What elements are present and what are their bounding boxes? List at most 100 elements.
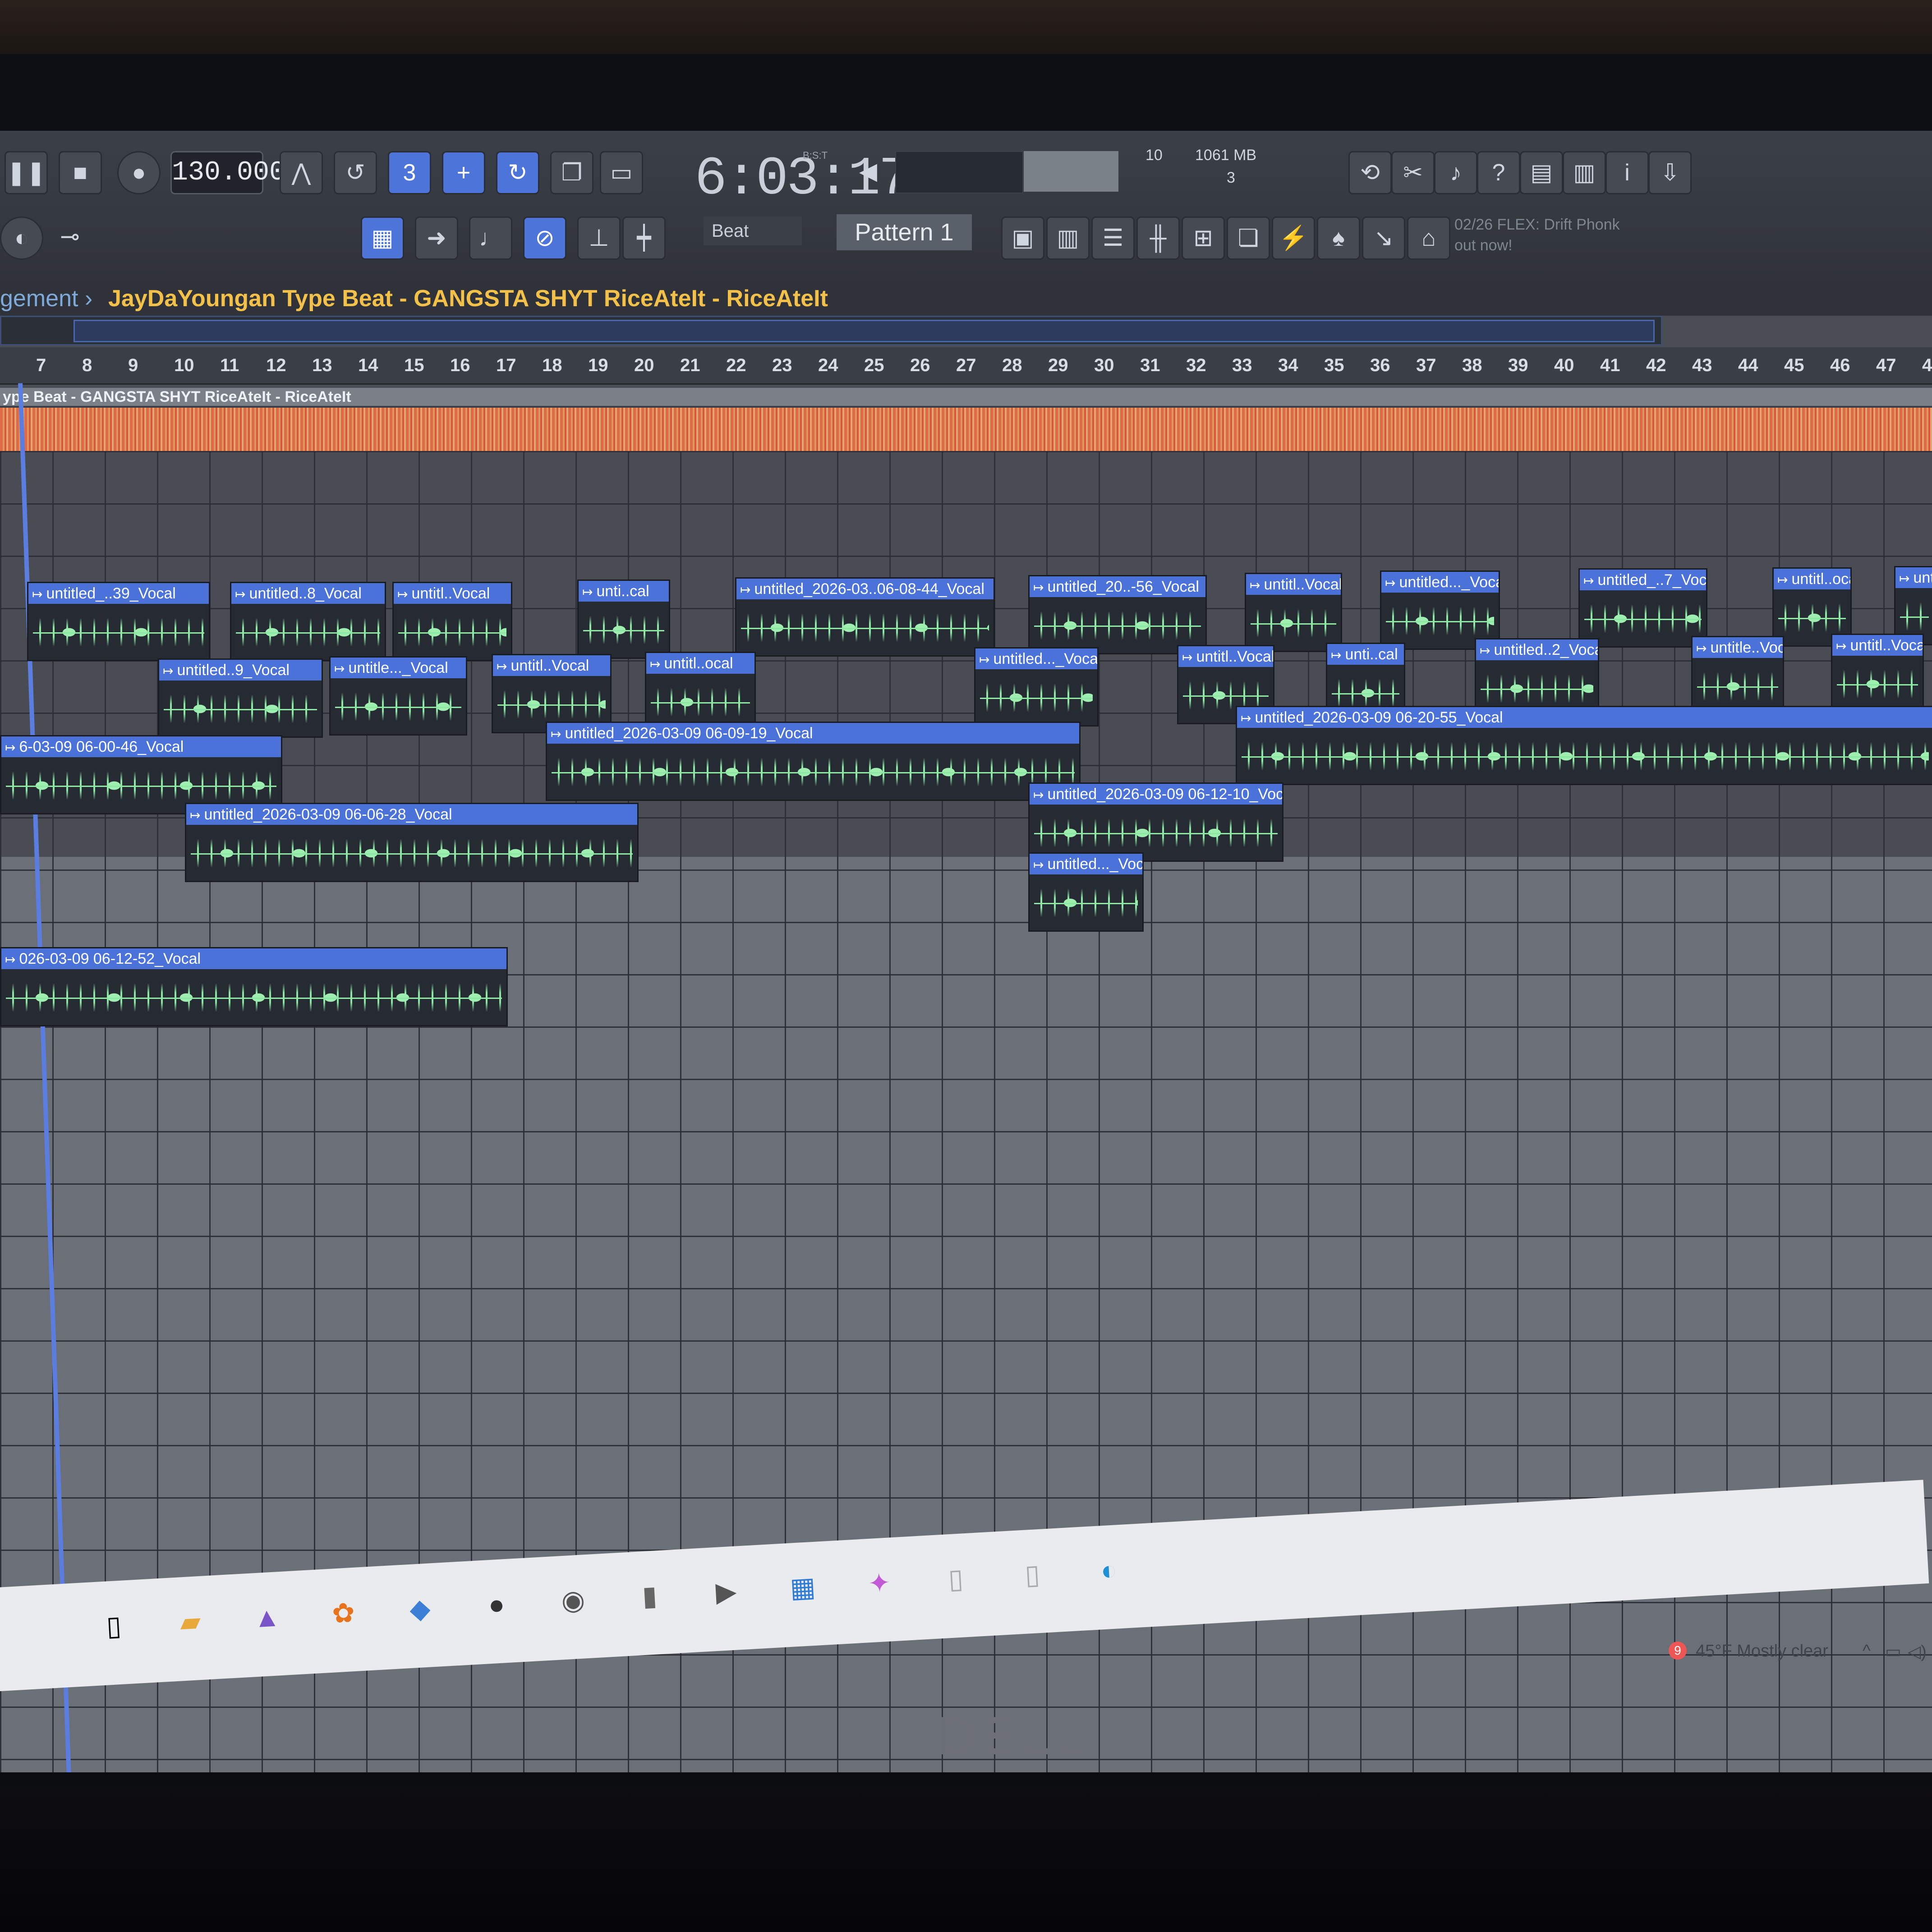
media-player-icon[interactable]: ▶ [707, 1573, 745, 1611]
audio-clip[interactable]: ↦ untitle..._Vocal [329, 656, 467, 736]
audio-clip-header[interactable]: ↦ untitl..Vocal [1832, 635, 1923, 656]
audio-clip-header[interactable]: ↦ untitled..8_Vocal [231, 583, 385, 604]
audio-clip-header[interactable]: ↦untitle..Vocal [1693, 637, 1783, 658]
audio-clip[interactable]: ↦ untitled_2026-03-09 06-09-19_Vocal [546, 722, 1081, 801]
piano-roll-icon[interactable]: ▦ [361, 216, 404, 260]
cut-icon[interactable]: ✂ [1391, 151, 1435, 194]
notification-badge[interactable]: 9 [1669, 1642, 1687, 1660]
master-audio-track[interactable]: ype Beat - GANGSTA SHYT RiceAteIt - Rice… [0, 388, 1932, 451]
audio-clip-header[interactable]: ↦ untitled_2026-03-09 06-20-55_Vocal [1237, 707, 1932, 728]
stop-button[interactable]: ■ [59, 151, 102, 194]
step-edit-icon[interactable]: + [442, 151, 485, 194]
playlist-view-icon[interactable]: ▭ [600, 151, 643, 194]
audio-clip-header[interactable]: ↦ untitled_20..-56_Vocal [1030, 576, 1205, 597]
breadcrumb[interactable]: gement › [0, 285, 92, 312]
audio-clip[interactable]: ↦ 026-03-09 06-12-52_Vocal [0, 947, 508, 1026]
export-icon[interactable]: ⇩ [1648, 151, 1692, 194]
audio-clip-header[interactable]: ↦ untitled_2026-03..06-08-44_Vocal [736, 579, 994, 599]
audio-clip[interactable]: ↦ untitl..Vocal [1245, 573, 1342, 652]
stamp-icon[interactable]: ⊥ [577, 216, 621, 260]
audio-clip[interactable]: ↦untitle..Vocal [1691, 636, 1784, 715]
microphone-icon[interactable]: ♪ [1434, 151, 1477, 194]
audio-clip-header[interactable]: ↦ untitl..Vocal [394, 583, 511, 604]
time-ruler[interactable]: 7 8 9 10 11 12 13 14 15 16 17 18 19 20 21 22 23 24 25 26 27 2… [0, 347, 1932, 385]
plugin-icon[interactable]: ⚡ [1272, 216, 1315, 260]
touch-keyboard-icon[interactable]: ♠ [1317, 216, 1360, 260]
app-icon-a[interactable]: ▲ [248, 1599, 286, 1637]
audio-clip-header[interactable]: ↦ 026-03-09 06-12-52_Vocal [1, 948, 506, 969]
audio-clip-header[interactable]: ↦ untitl..Vocal [1178, 646, 1273, 667]
channel-rack-icon[interactable]: ▣ [1001, 216, 1044, 260]
audio-clip[interactable]: ↦ untitled_2026-03-09 06-06-28_Vocal [185, 803, 639, 882]
audio-clip[interactable]: ↦untitled_..7_Vocal [1578, 568, 1707, 648]
audio-clip[interactable]: ↦ untitled..9_Vocal [158, 658, 323, 738]
audio-clip-header[interactable]: ↦untitl..ocal [646, 653, 754, 674]
record-button[interactable]: ● [117, 151, 161, 194]
info-icon[interactable]: i [1605, 151, 1649, 194]
playlist-title[interactable]: JayDaYoungan Type Beat - GANGSTA SHYT Ri… [108, 285, 828, 312]
loop-record-icon[interactable]: ↻ [496, 151, 539, 194]
render-icon[interactable]: ▥ [1563, 151, 1606, 194]
audio-clip-header[interactable]: ↦unt [1895, 567, 1932, 588]
microsoft-store-icon[interactable]: ▦ [784, 1569, 822, 1606]
audio-clip[interactable]: ↦untitled..._Vocal [1028, 852, 1144, 932]
audio-clip-header[interactable]: ↦ unti..cal [1327, 644, 1404, 665]
audio-clip-header[interactable]: ↦ untitled_2026-03-09 06-12-10_Vocal [1030, 784, 1282, 805]
audio-clip[interactable]: ↦ untitled_2026-03..06-08-44_Vocal [735, 577, 995, 657]
browser-icon[interactable]: ⊞ [1182, 216, 1225, 260]
audio-clip-header[interactable]: ↦ untitled_2026-03-09 06-06-28_Vocal [186, 804, 637, 825]
audio-clip-header[interactable]: ↦ untitl..Vocal [493, 655, 610, 676]
obs-icon[interactable]: ● [478, 1586, 515, 1624]
audio-app-icon[interactable]: ▮ [630, 1577, 668, 1615]
project-picker-icon[interactable]: ❏ [1227, 216, 1270, 260]
master-volume-knob[interactable]: ◐ [0, 216, 43, 260]
link-icon[interactable]: ⊘ [523, 216, 566, 260]
weather-text[interactable]: 45°F Mostly clear [1696, 1642, 1828, 1661]
audio-clip-header[interactable]: ↦ untitl..Vocal [1246, 574, 1341, 595]
news-ticker[interactable]: 02/26 FLEX: Drift Phonk out now! [1454, 214, 1644, 256]
audio-clip[interactable]: ↦untitled..._Vocal [974, 647, 1099, 727]
audio-clip[interactable]: ↦untitl..ocal [645, 652, 756, 731]
chevron-up-icon[interactable]: ^ [1863, 1642, 1871, 1661]
audio-clip[interactable]: ↦ untitl..Vocal [392, 582, 512, 661]
task-view-icon[interactable]: ▯ [95, 1607, 133, 1645]
audio-clip[interactable]: ↦ untitled_2026-03-09 06-12-10_Vocal [1028, 782, 1283, 862]
audio-clip-header[interactable]: ↦ untitled_2026-03-09 06-09-19_Vocal [547, 723, 1079, 744]
snap-selector[interactable]: Beat [704, 216, 802, 245]
mixer-fader-icon[interactable]: ┿ [622, 216, 666, 260]
audio-clip-header[interactable]: ↦untitled_..7_Vocal [1580, 570, 1706, 590]
audio-clip-header[interactable]: ↦untitled..._Vocal [1030, 854, 1142, 874]
audio-clip-header[interactable]: ↦ untitled..2_Vocal [1476, 639, 1598, 660]
save-icon[interactable]: ▤ [1520, 151, 1563, 194]
pause-button[interactable]: ❚❚ [5, 151, 48, 194]
network-icon[interactable]: ▭ [1885, 1642, 1901, 1662]
audio-clip[interactable]: ↦ untitl..Vocal [1831, 634, 1924, 713]
fl-studio-icon[interactable]: ✿ [324, 1594, 362, 1632]
help-icon[interactable]: ? [1477, 151, 1520, 194]
audio-clip-header[interactable]: ↦untitl..ocal [1774, 569, 1850, 589]
playlist-overview-scrollbar[interactable] [0, 316, 1662, 345]
edge-browser-icon[interactable]: ◐ [1090, 1551, 1128, 1589]
file-explorer-icon[interactable]: ▰ [171, 1603, 209, 1641]
undo-icon[interactable]: ⟲ [1348, 151, 1392, 194]
audio-clip[interactable]: ↦ unti..cal [577, 580, 670, 659]
link-controller-icon[interactable]: ↘ [1362, 216, 1405, 260]
metronome-icon[interactable]: ⋀ [280, 151, 323, 194]
pitch-slider-icon[interactable]: ⊸ [50, 216, 90, 257]
audio-clip-header[interactable]: ↦ untitled_..39_Vocal [28, 583, 209, 604]
wait-record-icon[interactable]: ↺ [334, 151, 377, 194]
store-icon[interactable]: ◆ [401, 1590, 439, 1628]
steam-icon[interactable]: ◉ [554, 1582, 592, 1619]
draw-icon[interactable]: ♩ [469, 216, 512, 260]
audio-clip-header[interactable]: ↦untitled..._Vocal [1381, 572, 1499, 593]
piano-roll-window-icon[interactable]: ▥ [1046, 216, 1090, 260]
audio-clip-header[interactable]: ↦ untitle..._Vocal [331, 658, 466, 678]
countdown-icon[interactable]: 3 [388, 151, 431, 194]
audio-clip[interactable]: ↦ untitled_..39_Vocal [27, 582, 210, 661]
blend-notes-icon[interactable]: ❐ [550, 151, 593, 194]
arrow-icon[interactable]: ➜ [415, 216, 458, 260]
audio-clip-header[interactable]: ↦ 6-03-09 06-00-46_Vocal [1, 736, 281, 757]
copilot-icon[interactable]: ✦ [860, 1564, 898, 1602]
audio-clip[interactable]: ↦ untitled_2026-03-09 06-20-55_Vocal [1236, 706, 1932, 785]
audio-clip[interactable]: ↦ untitled..8_Vocal [230, 582, 386, 661]
